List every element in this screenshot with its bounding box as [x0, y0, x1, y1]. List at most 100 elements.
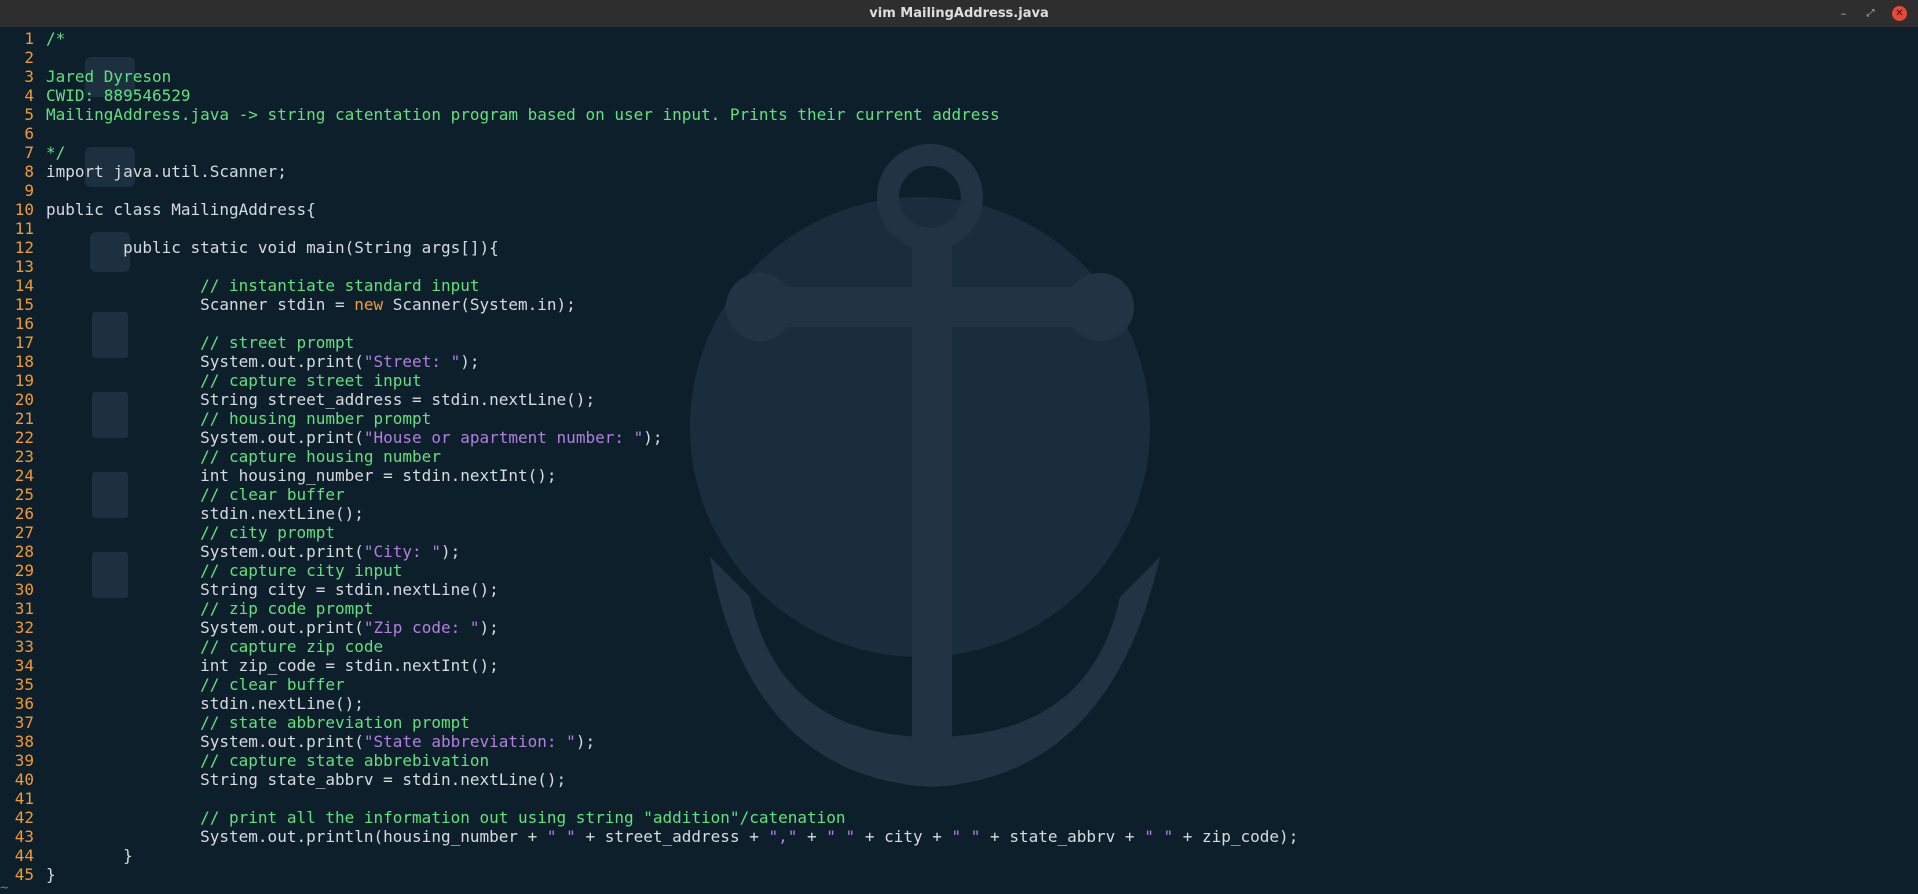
code-text: int housing_number = stdin.nextInt(); [46, 466, 557, 485]
line-number: 25 [14, 485, 34, 504]
code-line[interactable]: 23 // capture housing number [0, 447, 1918, 466]
code-line[interactable]: 39 // capture state abbrebivation [0, 751, 1918, 770]
code-line[interactable]: 32 System.out.print("Zip code: "); [0, 618, 1918, 637]
line-number: 38 [14, 732, 34, 751]
line-number: 41 [14, 789, 34, 808]
code-line[interactable]: 26 stdin.nextLine(); [0, 504, 1918, 523]
code-text: Scanner(System.in); [383, 295, 576, 314]
code-text: ); [643, 428, 663, 447]
code-text: ); [460, 352, 480, 371]
code-line[interactable]: 36 stdin.nextLine(); [0, 694, 1918, 713]
code-line[interactable]: 45} [0, 865, 1918, 884]
code-line[interactable]: 17 // street prompt [0, 333, 1918, 352]
code-line[interactable]: 15 Scanner stdin = new Scanner(System.in… [0, 295, 1918, 314]
code-line[interactable]: 30 String city = stdin.nextLine(); [0, 580, 1918, 599]
line-number: 17 [14, 333, 34, 352]
line-number: 2 [24, 48, 34, 67]
line-number: 7 [24, 143, 34, 162]
code-line[interactable]: 42 // print all the information out usin… [0, 808, 1918, 827]
code-line[interactable]: 5 MailingAddress.java -> string catentati… [0, 105, 1918, 124]
code-line[interactable]: 35 // clear buffer [0, 675, 1918, 694]
close-icon[interactable]: ✕ [1892, 6, 1907, 21]
code-comment: */ [46, 143, 66, 162]
code-line[interactable]: 19 // capture street input [0, 371, 1918, 390]
code-text: System.out.print( [46, 428, 364, 447]
code-line[interactable]: 40 String state_abbrv = stdin.nextLine()… [0, 770, 1918, 789]
minimize-icon[interactable]: – [1836, 6, 1851, 21]
code-text: } [46, 865, 56, 884]
code-line[interactable]: 29 // capture city input [0, 561, 1918, 580]
code-text: + zip_code); [1173, 827, 1299, 846]
line-number: 26 [14, 504, 34, 523]
code-line[interactable]: 22 System.out.print("House or apartment … [0, 428, 1918, 447]
code-line[interactable]: 16 [0, 314, 1918, 333]
code-line[interactable]: 9 [0, 181, 1918, 200]
code-text: ); [479, 618, 499, 637]
code-string: " " [1144, 827, 1174, 846]
code-text: System.out.println(housing_number + [46, 827, 547, 846]
code-keyword: new [354, 295, 384, 314]
vim-editor[interactable]: 1 /* 2 3 Jared Dyreson 4 CWID: 889546529 5 Maili… [0, 27, 1918, 894]
code-text: Scanner stdin = [46, 295, 355, 314]
code-line[interactable]: 34 int zip_code = stdin.nextInt(); [0, 656, 1918, 675]
line-number: 31 [14, 599, 34, 618]
code-line[interactable]: 12 public static void main(String args[]… [0, 238, 1918, 257]
line-number: 27 [14, 523, 34, 542]
line-number: 6 [24, 124, 34, 143]
maximize-icon[interactable]: ⤢ [1863, 6, 1878, 21]
code-line[interactable]: 43 System.out.println(housing_number + "… [0, 827, 1918, 846]
code-line[interactable]: 13 [0, 257, 1918, 276]
code-line[interactable]: 44 } [0, 846, 1918, 865]
code-comment: // capture street input [200, 371, 422, 390]
code-line[interactable]: 21 // housing number prompt [0, 409, 1918, 428]
line-number: 37 [14, 713, 34, 732]
line-number: 35 [14, 675, 34, 694]
code-string: "," [768, 827, 798, 846]
line-number: 28 [14, 542, 34, 561]
code-string: "Zip code: " [363, 618, 480, 637]
code-line[interactable]: 37 // state abbreviation prompt [0, 713, 1918, 732]
code-text: System.out.print( [46, 352, 364, 371]
code-line[interactable]: 41 [0, 789, 1918, 808]
code-line[interactable]: 1 /* [0, 29, 1918, 48]
code-text: stdin.nextLine(); [46, 694, 364, 713]
code-comment: // city prompt [200, 523, 335, 542]
code-line[interactable]: 20 String street_address = stdin.nextLin… [0, 390, 1918, 409]
line-number: 24 [14, 466, 34, 485]
code-line[interactable]: 27 // city prompt [0, 523, 1918, 542]
code-line[interactable]: 14 // instantiate standard input [0, 276, 1918, 295]
code-line[interactable]: 7 */ [0, 143, 1918, 162]
line-number: 42 [14, 808, 34, 827]
code-comment: Jared Dyreson [46, 67, 172, 86]
code-line[interactable]: 10 public class MailingAddress{ [0, 200, 1918, 219]
code-line[interactable]: 4 CWID: 889546529 [0, 86, 1918, 105]
code-string: " " [951, 827, 981, 846]
code-line[interactable]: 3 Jared Dyreson [0, 67, 1918, 86]
code-line[interactable]: 31 // zip code prompt [0, 599, 1918, 618]
code-line[interactable]: 38 System.out.print("State abbreviation:… [0, 732, 1918, 751]
code-string: "State abbreviation: " [363, 732, 576, 751]
code-line[interactable]: 24 int housing_number = stdin.nextInt(); [0, 466, 1918, 485]
code-line[interactable]: 28 System.out.print("City: "); [0, 542, 1918, 561]
code-buffer[interactable]: 1 /* 2 3 Jared Dyreson 4 CWID: 889546529 5 Maili… [0, 29, 1918, 884]
code-line[interactable]: 18 System.out.print("Street: "); [0, 352, 1918, 371]
line-number: 4 [24, 86, 34, 105]
code-line[interactable]: 6 [0, 124, 1918, 143]
code-line[interactable]: 33 // capture zip code [0, 637, 1918, 656]
window-titlebar[interactable]: vim MailingAddress.java – ⤢ ✕ [0, 0, 1918, 28]
code-line[interactable]: 8 import java.util.Scanner; [0, 162, 1918, 181]
line-number: 34 [14, 656, 34, 675]
line-number: 12 [14, 238, 34, 257]
code-line[interactable]: 11 [0, 219, 1918, 238]
code-text: public class MailingAddress{ [46, 200, 316, 219]
code-line[interactable]: 2 [0, 48, 1918, 67]
code-line[interactable]: 25 // clear buffer [0, 485, 1918, 504]
code-text: + [797, 827, 827, 846]
line-number: 19 [14, 371, 34, 390]
code-comment: // street prompt [200, 333, 355, 352]
